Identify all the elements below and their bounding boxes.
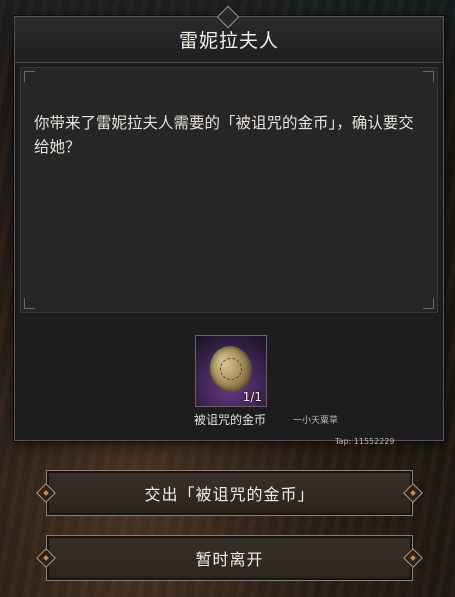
message-panel: [20, 67, 438, 313]
dialog: 雷妮拉夫人 你带来了雷妮拉夫人需要的「被诅咒的金币」，确认要交给她？ 1/1 被…: [14, 16, 444, 446]
button-ornament-icon: [35, 547, 57, 569]
dialog-message: 你带来了雷妮拉夫人需要的「被诅咒的金币」，确认要交给她？: [34, 114, 414, 156]
leave-button-label: 暂时离开: [195, 550, 264, 569]
button-ornament-icon: [35, 482, 57, 504]
watermark-name: 一小天粟草: [293, 416, 339, 426]
corner-ornament: [24, 71, 35, 82]
hand-over-button[interactable]: 交出「被诅咒的金币」: [36, 470, 423, 516]
corner-ornament: [423, 298, 434, 309]
button-ornament-icon: [402, 482, 424, 504]
corner-ornament: [24, 298, 35, 309]
corner-ornament: [423, 71, 434, 82]
watermark-tap: Tap: 11552229: [335, 437, 395, 446]
cursed-coin-icon: [203, 340, 259, 398]
button-ornament-icon: [402, 547, 424, 569]
item-slot[interactable]: 1/1: [195, 335, 267, 407]
item-name: 被诅咒的金币: [193, 413, 266, 427]
item-count: 1/1: [242, 390, 262, 404]
hand-over-button-label: 交出「被诅咒的金币」: [144, 485, 315, 504]
leave-button[interactable]: 暂时离开: [36, 535, 423, 581]
